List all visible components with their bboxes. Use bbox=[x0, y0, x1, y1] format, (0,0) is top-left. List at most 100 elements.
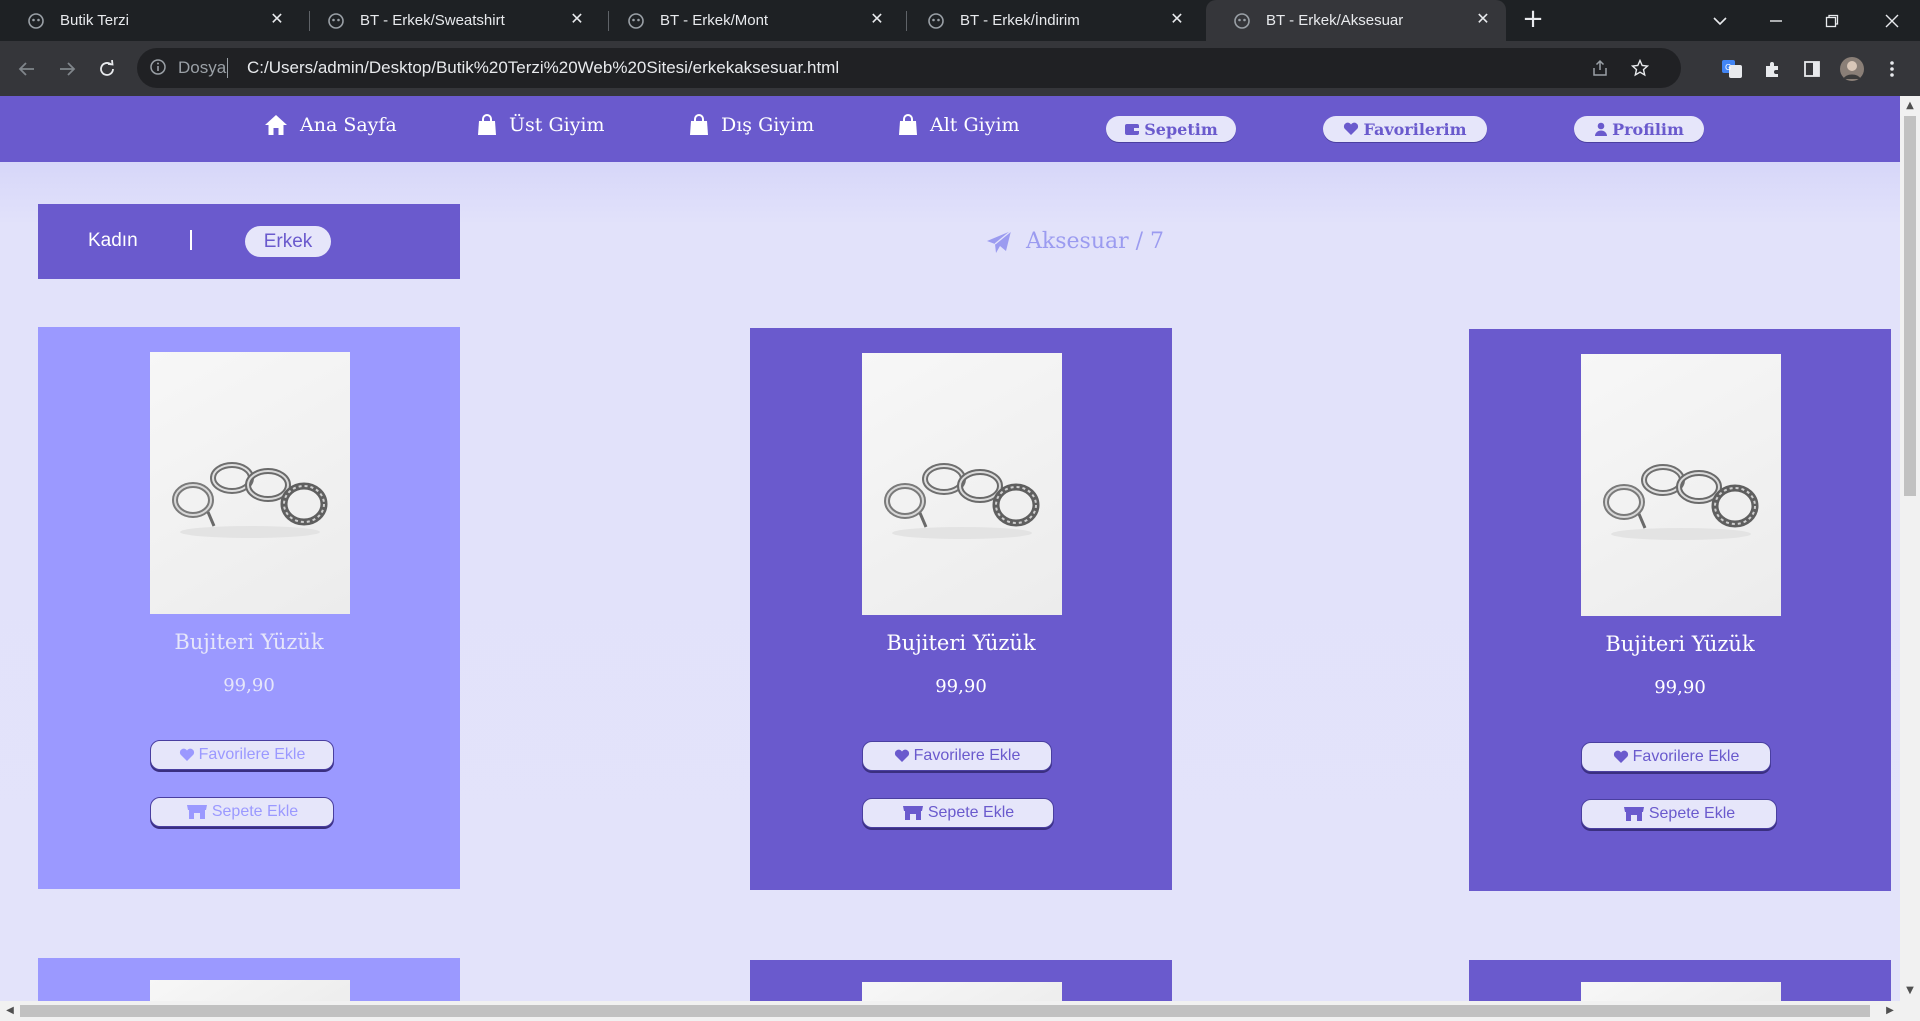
heart-icon bbox=[179, 748, 194, 761]
add-to-favorites-button[interactable]: Favorilere Ekle bbox=[862, 741, 1052, 771]
gender-erkek-link[interactable]: Erkek bbox=[245, 226, 331, 257]
nav-link-ust-giyim[interactable]: Üst Giyim bbox=[477, 114, 605, 136]
tab-title: BT - Erkek/Sweatshirt bbox=[360, 12, 505, 29]
address-scheme-label: Dosya bbox=[178, 58, 227, 77]
scroll-up-arrow-icon[interactable]: ▲ bbox=[1900, 96, 1920, 116]
restore-icon[interactable] bbox=[1804, 0, 1860, 41]
product-card[interactable]: Bujiteri Yüzük 99,90 Favorilere Ekle Sep… bbox=[38, 327, 460, 889]
extensions-puzzle-icon[interactable] bbox=[1757, 54, 1787, 84]
heart-icon bbox=[1344, 122, 1359, 135]
rings-image bbox=[172, 462, 328, 538]
nav-link-label: Dış Giyim bbox=[721, 114, 815, 136]
add-to-cart-button[interactable]: Sepete Ekle bbox=[1581, 799, 1777, 829]
forward-arrow-icon[interactable] bbox=[52, 54, 82, 84]
add-to-cart-button[interactable]: Sepete Ekle bbox=[150, 797, 334, 827]
product-name: Bujiteri Yüzük bbox=[886, 631, 1036, 655]
store-icon bbox=[186, 805, 207, 819]
button-label: Sepete Ekle bbox=[927, 804, 1015, 821]
product-image[interactable] bbox=[862, 353, 1062, 615]
tab-close-icon[interactable]: ✕ bbox=[868, 11, 886, 29]
browser-tab[interactable]: BT - Erkek/Mont ✕ bbox=[600, 0, 900, 41]
tab-search-chevron-icon[interactable] bbox=[1692, 0, 1748, 41]
nav-favorilerim-button[interactable]: Favorilerim bbox=[1323, 116, 1487, 142]
tab-title: Butik Terzi bbox=[60, 12, 129, 29]
scroll-left-arrow-icon[interactable]: ◀ bbox=[0, 1001, 20, 1021]
vertical-scrollbar[interactable]: ▲ ▼ bbox=[1900, 96, 1920, 1001]
browser-tab-active[interactable]: BT - Erkek/Aksesuar ✕ bbox=[1206, 0, 1506, 41]
nav-pill-label: Favorilerim bbox=[1363, 119, 1467, 139]
button-label: Sepete Ekle bbox=[211, 803, 299, 820]
address-bar[interactable]: Dosya C:/Users/admin/Desktop/Butik%20Ter… bbox=[137, 48, 1681, 88]
tab-title: BT - Erkek/Aksesuar bbox=[1266, 12, 1404, 29]
shopping-bag-icon bbox=[690, 114, 708, 135]
product-name: Bujiteri Yüzük bbox=[1605, 632, 1755, 656]
svg-text:G: G bbox=[1725, 63, 1731, 72]
heart-icon bbox=[1613, 750, 1628, 763]
translate-icon[interactable]: G bbox=[1717, 54, 1747, 84]
info-icon[interactable] bbox=[149, 58, 167, 80]
browser-tab[interactable]: Butik Terzi ✕ bbox=[0, 0, 300, 41]
nav-profilim-button[interactable]: Profilim bbox=[1574, 116, 1704, 142]
product-image[interactable] bbox=[150, 980, 350, 1001]
browser-toolbar: Dosya C:/Users/admin/Desktop/Butik%20Ter… bbox=[0, 41, 1920, 96]
nav-link-ana-sayfa[interactable]: Ana Sayfa bbox=[264, 114, 397, 136]
browser-tab[interactable]: BT - Erkek/Sweatshirt ✕ bbox=[300, 0, 600, 41]
browser-menu-icon[interactable] bbox=[1877, 54, 1907, 84]
product-card[interactable] bbox=[38, 958, 460, 1001]
store-icon bbox=[1623, 807, 1644, 821]
horizontal-scrollbar[interactable]: ◀ ▶ bbox=[0, 1001, 1920, 1021]
rings-image bbox=[1603, 464, 1759, 540]
gender-divider bbox=[190, 230, 192, 250]
add-to-favorites-button[interactable]: Favorilere Ekle bbox=[1581, 742, 1771, 772]
product-card[interactable]: Bujiteri Yüzük 99,90 Favorilere Ekle Sep… bbox=[1469, 329, 1891, 891]
new-tab-button[interactable]: + bbox=[1519, 6, 1547, 34]
add-to-favorites-button[interactable]: Favorilere Ekle bbox=[150, 740, 334, 770]
tab-close-icon[interactable]: ✕ bbox=[568, 11, 586, 29]
button-label: Favorilere Ekle bbox=[198, 746, 306, 763]
button-label: Sepete Ekle bbox=[1648, 805, 1736, 822]
product-image[interactable] bbox=[862, 982, 1062, 1001]
wallet-icon bbox=[1125, 124, 1140, 135]
vertical-scroll-thumb[interactable] bbox=[1904, 116, 1916, 496]
scroll-down-arrow-icon[interactable]: ▼ bbox=[1900, 981, 1920, 1001]
back-arrow-icon[interactable] bbox=[12, 54, 42, 84]
close-window-icon[interactable] bbox=[1864, 0, 1920, 41]
nav-link-alt-giyim[interactable]: Alt Giyim bbox=[898, 114, 1020, 136]
category-label: Aksesuar / 7 bbox=[1026, 229, 1165, 254]
nav-pill-label: Sepetim bbox=[1144, 119, 1218, 139]
add-to-cart-button[interactable]: Sepete Ekle bbox=[862, 798, 1054, 828]
browser-tab-strip: Butik Terzi ✕ BT - Erkek/Sweatshirt ✕ BT… bbox=[0, 0, 1920, 41]
browser-tab[interactable]: BT - Erkek/İndirim ✕ bbox=[900, 0, 1200, 41]
nav-link-dis-giyim[interactable]: Dış Giyim bbox=[689, 114, 814, 136]
address-url[interactable]: C:/Users/admin/Desktop/Butik%20Terzi%20W… bbox=[247, 58, 839, 78]
tab-favicon-icon bbox=[926, 11, 946, 31]
minimize-icon[interactable] bbox=[1748, 0, 1804, 41]
scroll-right-arrow-icon[interactable]: ▶ bbox=[1880, 1001, 1900, 1021]
side-panel-icon[interactable] bbox=[1797, 54, 1827, 84]
product-image[interactable] bbox=[150, 352, 350, 614]
tab-close-icon[interactable]: ✕ bbox=[1168, 11, 1186, 29]
nav-sepetim-button[interactable]: Sepetim bbox=[1106, 116, 1236, 142]
tab-favicon-icon bbox=[326, 11, 346, 31]
tab-close-icon[interactable]: ✕ bbox=[268, 11, 286, 29]
profile-avatar[interactable] bbox=[1837, 54, 1867, 84]
tab-favicon-icon bbox=[1232, 11, 1252, 31]
product-card[interactable] bbox=[750, 960, 1172, 1001]
store-icon bbox=[902, 806, 923, 820]
nav-pill-label: Profilim bbox=[1612, 119, 1684, 139]
product-image[interactable] bbox=[1581, 982, 1781, 1001]
product-card[interactable] bbox=[1469, 960, 1891, 1001]
nav-link-label: Ana Sayfa bbox=[300, 114, 397, 136]
product-image[interactable] bbox=[1581, 354, 1781, 616]
horizontal-scroll-thumb[interactable] bbox=[20, 1005, 1870, 1017]
site-navbar: Ana Sayfa Üst Giyim Dış Giyim Alt Giyim … bbox=[0, 96, 1900, 162]
product-card[interactable]: Bujiteri Yüzük 99,90 Favorilere Ekle Sep… bbox=[750, 328, 1172, 890]
address-divider bbox=[227, 58, 228, 78]
tab-favicon-icon bbox=[26, 11, 46, 31]
bookmark-star-icon[interactable] bbox=[1625, 53, 1655, 83]
tab-favicon-icon bbox=[626, 11, 646, 31]
tab-close-icon[interactable]: ✕ bbox=[1474, 11, 1492, 29]
gender-kadin-link[interactable]: Kadın bbox=[88, 230, 138, 252]
reload-icon[interactable] bbox=[92, 54, 122, 84]
share-icon[interactable] bbox=[1585, 53, 1615, 83]
